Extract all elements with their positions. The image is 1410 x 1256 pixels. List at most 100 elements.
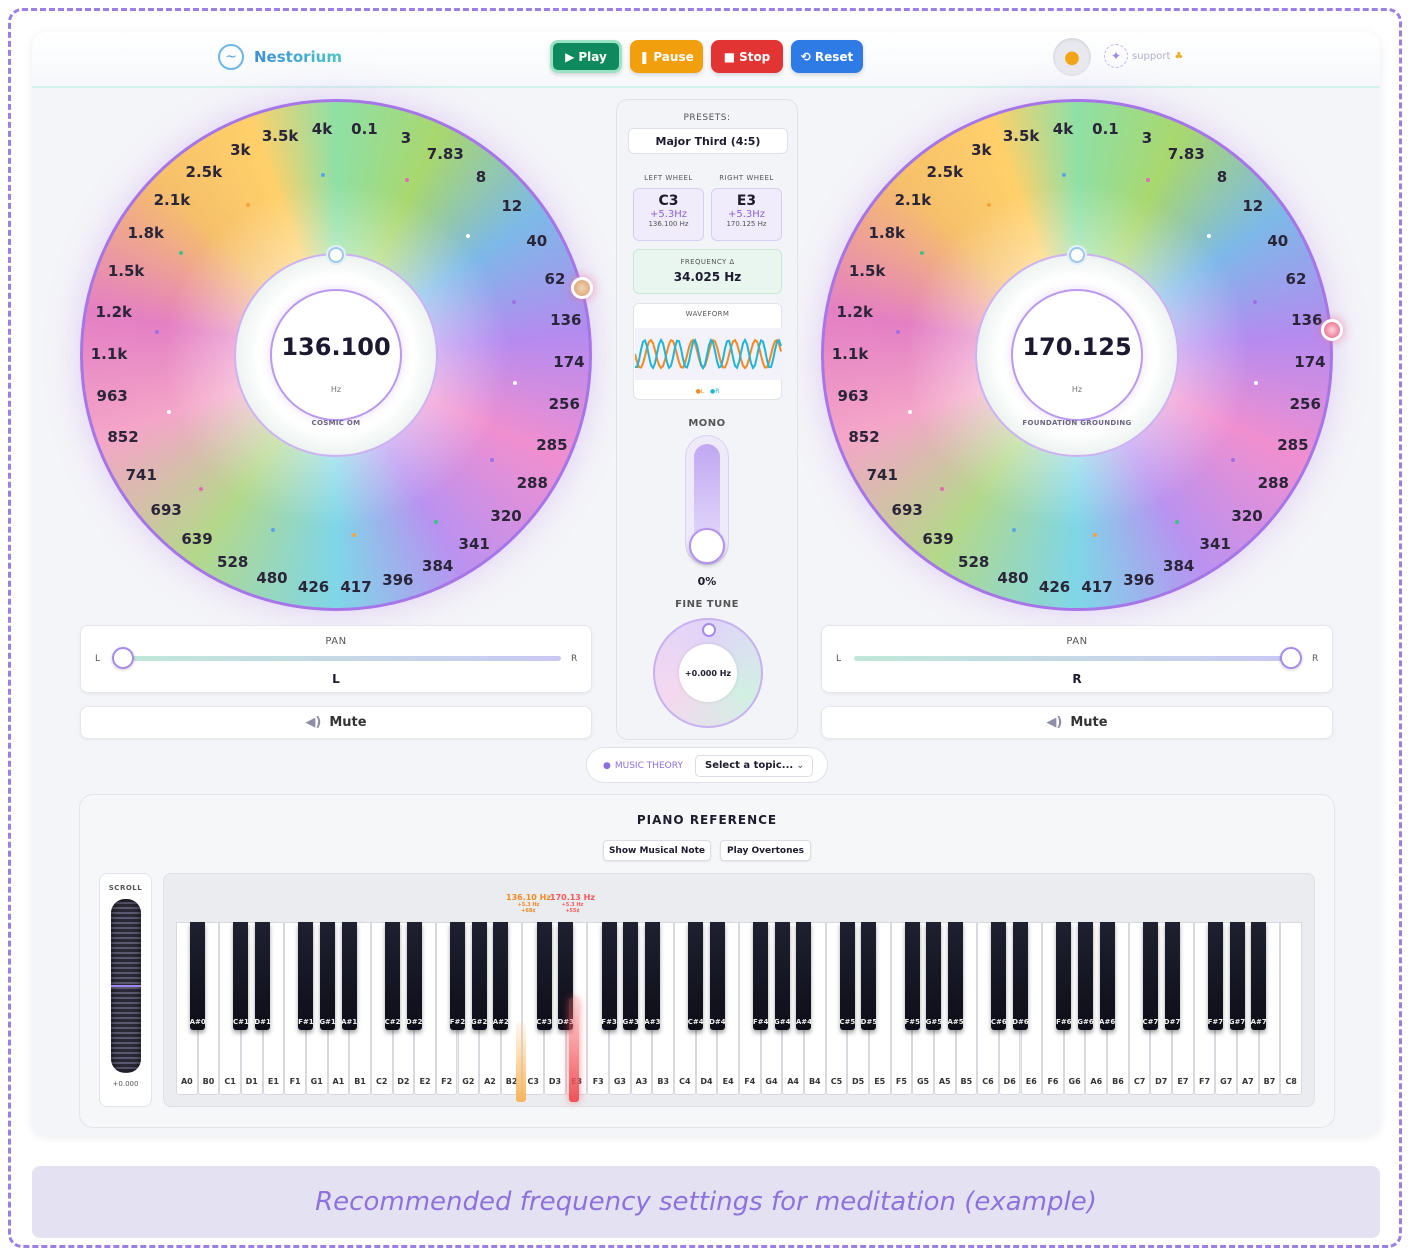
black-key[interactable]: F#2	[450, 922, 465, 1030]
topic-select[interactable]: Select a topic... ⌄	[695, 755, 813, 777]
left-pan-slider[interactable]	[123, 656, 561, 661]
pause-icon: ❚	[639, 49, 650, 64]
black-key[interactable]: G#4	[774, 922, 791, 1030]
black-key[interactable]: G#3	[622, 922, 639, 1030]
white-key-label: C1	[224, 1077, 236, 1086]
black-key-label: G#2	[470, 1018, 488, 1026]
wheel-tick-label: 8	[475, 168, 487, 187]
white-key-label: B5	[960, 1077, 973, 1086]
black-key[interactable]: D#6	[1012, 922, 1029, 1030]
wheel-tick-label: 174	[1294, 353, 1326, 372]
reset-button[interactable]: ⟲ Reset	[791, 40, 863, 73]
right-mute-button[interactable]: ◀) Mute	[821, 706, 1333, 739]
black-key[interactable]: A#3	[644, 922, 660, 1030]
wheel-dot	[1012, 527, 1017, 532]
left-marker-tag: 136.10 Hz +5.3 Hz +68¢	[506, 893, 551, 914]
white-key-label: C3	[527, 1077, 539, 1086]
left-pan-thumb[interactable]	[112, 647, 134, 669]
black-key[interactable]: G#2	[471, 922, 487, 1030]
left-wheel-handle[interactable]	[571, 277, 593, 299]
left-inner-ring[interactable]: 136.100 Hz COSMIC OM	[234, 247, 438, 457]
black-key[interactable]: C#4	[688, 922, 704, 1030]
right-inner-ring[interactable]: 170.125 Hz FOUNDATION GROUNDING	[975, 247, 1179, 457]
pause-button[interactable]: ❚ Pause	[630, 40, 703, 73]
black-key-label: F#6	[1056, 1018, 1072, 1026]
right-pan-slider[interactable]	[854, 656, 1292, 661]
black-key[interactable]: C#3	[536, 922, 552, 1030]
black-key[interactable]: A#6	[1099, 922, 1115, 1030]
waveform-card: WAVEFORM ●L ●R	[633, 303, 782, 400]
wheel-dot	[1145, 178, 1150, 183]
black-key[interactable]: C#2	[385, 922, 400, 1030]
white-key-label: E1	[267, 1077, 279, 1086]
black-key-label: F#3	[601, 1018, 617, 1026]
black-key[interactable]: G#1	[319, 922, 336, 1030]
left-frequency-wheel[interactable]: 136.100 Hz COSMIC OM 0.1 3 7.83 8 12 40 62 136 1…	[80, 99, 592, 611]
wheel-dot	[199, 486, 204, 491]
right-ring-handle[interactable]	[1069, 247, 1085, 263]
black-key[interactable]: F#1	[298, 922, 314, 1030]
white-key[interactable]: C8	[1280, 922, 1302, 1095]
wheel-tick-label: 341	[1199, 535, 1231, 554]
black-key[interactable]: F#5	[904, 922, 920, 1030]
play-overtones-button[interactable]: Play Overtones	[720, 840, 811, 861]
right-pan-thumb[interactable]	[1280, 647, 1302, 669]
wheel-tick-label: 285	[1277, 436, 1309, 455]
stop-button[interactable]: ■ Stop	[711, 40, 783, 73]
preset-select[interactable]: Major Third (4:5)	[628, 128, 788, 154]
theme-toggle-button[interactable]: ●	[1053, 38, 1091, 76]
black-key[interactable]: A#2	[493, 922, 509, 1030]
black-key[interactable]: A#1	[341, 922, 357, 1030]
knob-indicator	[702, 623, 716, 637]
mono-slider[interactable]	[685, 435, 729, 565]
piano-keyboard[interactable]: A0B0C1D1E1F1G1A1B1C2D2E2F2G2A2B2C3D3E3F3…	[176, 922, 1302, 1095]
white-key-label: B4	[808, 1077, 821, 1086]
mute-label: Mute	[1070, 715, 1108, 730]
white-key-label: F5	[895, 1077, 907, 1086]
black-key[interactable]: F#4	[753, 922, 768, 1030]
black-key-label: C#1	[233, 1018, 249, 1026]
black-key[interactable]: F#6	[1056, 922, 1072, 1030]
right-wheel-handle[interactable]	[1321, 319, 1343, 341]
black-key[interactable]: D#5	[861, 922, 877, 1030]
mono-thumb[interactable]	[689, 528, 725, 564]
black-key[interactable]: D#7	[1164, 922, 1180, 1030]
black-key[interactable]: G#6	[1077, 922, 1094, 1030]
black-key[interactable]: D#1	[254, 922, 271, 1030]
black-key[interactable]: D#2	[406, 922, 422, 1030]
white-key-label: C4	[679, 1077, 691, 1086]
show-musical-note-button[interactable]: Show Musical Note	[603, 840, 711, 861]
black-key[interactable]: C#6	[991, 922, 1007, 1030]
black-key[interactable]: C#1	[233, 922, 249, 1030]
wheel-tick-label: 2.1k	[894, 190, 932, 209]
black-key[interactable]: C#7	[1142, 922, 1158, 1030]
fine-tune-knob[interactable]: +0.000 Hz	[653, 618, 763, 728]
play-button[interactable]: ▶ Play	[550, 40, 622, 73]
wheel-tick-label: 40	[1267, 231, 1289, 250]
left-wheel-name: COSMIC OM	[311, 419, 361, 427]
scroll-wheel[interactable]	[111, 899, 141, 1073]
black-key[interactable]: A#7	[1251, 922, 1267, 1030]
black-key[interactable]: A#4	[796, 922, 812, 1030]
black-key[interactable]: D#4	[709, 922, 726, 1030]
wheel-tick-label: 480	[997, 569, 1029, 588]
scroll-value: +0.000	[112, 1080, 139, 1088]
left-mute-button[interactable]: ◀) Mute	[80, 706, 592, 739]
black-key-label: C#4	[687, 1018, 704, 1026]
left-ring-handle[interactable]	[328, 247, 344, 263]
support-link[interactable]: ✦ support ♣	[1104, 44, 1183, 68]
white-key-label: G5	[916, 1077, 930, 1086]
black-key[interactable]: A#0	[190, 922, 206, 1030]
music-theory-bar: ● MUSIC THEORY Select a topic... ⌄	[586, 747, 828, 783]
black-key[interactable]: G#7	[1229, 922, 1245, 1030]
black-key[interactable]: F#3	[601, 922, 617, 1030]
right-marker-tag: 170.13 Hz +5.3 Hz +55¢	[550, 893, 595, 914]
wheel-dot	[512, 300, 517, 304]
black-key[interactable]: G#5	[926, 922, 942, 1030]
black-key[interactable]: A#5	[947, 922, 964, 1030]
black-key[interactable]: C#5	[839, 922, 855, 1030]
white-key-label: E4	[722, 1077, 734, 1086]
white-key-label: E7	[1177, 1077, 1189, 1086]
black-key[interactable]: F#7	[1208, 922, 1223, 1030]
right-frequency-wheel[interactable]: 170.125 Hz FOUNDATION GROUNDING 0.1 3 7.83…	[821, 99, 1333, 611]
